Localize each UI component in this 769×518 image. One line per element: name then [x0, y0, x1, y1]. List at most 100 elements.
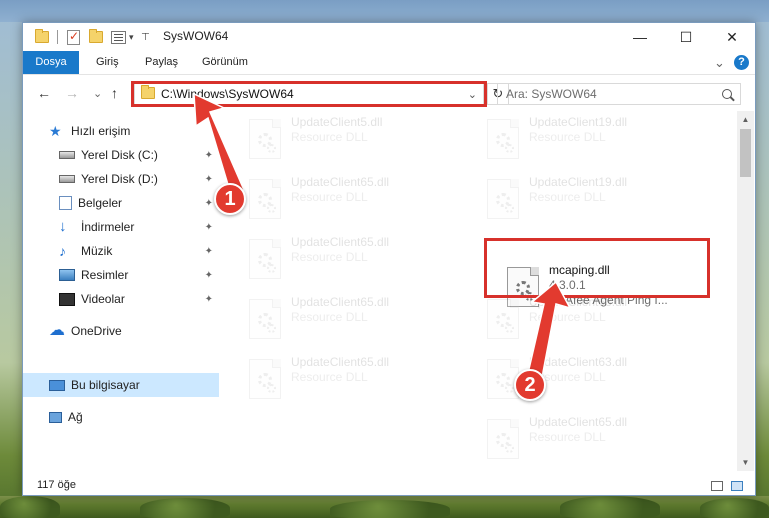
tab-share[interactable]: Paylaş: [136, 51, 187, 74]
new-folder-icon[interactable]: [89, 29, 103, 45]
recent-locations-icon[interactable]: ⌄: [93, 87, 102, 100]
up-arrow-icon[interactable]: ↑: [111, 85, 118, 101]
sidebar-item-onedrive[interactable]: ☁ OneDrive: [23, 319, 219, 343]
tree-shape: [330, 500, 450, 518]
tab-file[interactable]: Dosya: [23, 51, 79, 74]
file-type: Resource DLL: [529, 310, 606, 324]
pin-icon[interactable]: ✦: [205, 270, 213, 281]
computer-icon: [49, 379, 65, 391]
documents-icon: [59, 196, 72, 210]
chevron-down-icon[interactable]: ▾: [129, 29, 134, 45]
folder-icon: [141, 84, 155, 102]
title-bar: ▾ ⊤ SysWOW64 — ☐ ✕: [23, 23, 755, 51]
details-view-icon[interactable]: [711, 481, 723, 491]
step-badge-1: 1: [214, 183, 246, 215]
pin-icon[interactable]: ✦: [205, 174, 213, 185]
download-icon: ↓: [59, 218, 67, 235]
forward-arrow-icon[interactable]: →: [65, 85, 79, 101]
sidebar-item-pictures[interactable]: Resimler ✦: [23, 263, 219, 287]
properties-check-icon[interactable]: [67, 29, 80, 45]
sidebar-item-label: Resimler: [81, 268, 129, 282]
sidebar-item-downloads[interactable]: ↓ İndirmeler ✦: [23, 215, 219, 239]
maximize-button[interactable]: ☐: [663, 23, 709, 51]
dll-file-icon: [487, 119, 519, 159]
sidebar-item-videos[interactable]: Videolar ✦: [23, 287, 219, 311]
file-item[interactable]: UpdateClient65.dll Resource DLL: [249, 175, 469, 223]
pin-icon[interactable]: ✦: [205, 222, 213, 233]
close-button[interactable]: ✕: [709, 23, 755, 51]
separator: [57, 29, 58, 45]
sidebar-item-label: Belgeler: [78, 196, 123, 210]
sidebar-item-label: İndirmeler: [81, 220, 135, 234]
search-placeholder: Ara: SysWOW64: [506, 87, 597, 101]
search-input[interactable]: Ara: SysWOW64: [497, 83, 741, 105]
file-name: UpdateClient65.dll: [291, 235, 390, 249]
vertical-scrollbar[interactable]: ▲ ▼: [737, 111, 754, 471]
tree-shape: [140, 498, 230, 518]
file-item[interactable]: UpdateClient5.dll Resource DLL: [249, 115, 469, 163]
dll-file-icon: [249, 119, 281, 159]
file-type: Resource DLL: [529, 190, 606, 204]
item-count: 117 öğe: [37, 479, 76, 491]
large-icons-view-icon[interactable]: [731, 481, 743, 491]
pin-icon[interactable]: ✦: [205, 294, 213, 305]
sidebar-item-music[interactable]: ♪ Müzik ✦: [23, 239, 219, 263]
file-item[interactable]: UpdateClient65.dll Resource DLL: [249, 235, 469, 283]
sidebar-item-label: OneDrive: [71, 324, 122, 338]
pin-icon[interactable]: ✦: [205, 246, 213, 257]
file-name: UpdateClient63.dll: [529, 355, 628, 369]
help-icon[interactable]: ?: [734, 55, 749, 70]
scroll-thumb[interactable]: [740, 129, 751, 177]
file-item[interactable]: UpdateClient63.dll Resource DLL: [487, 295, 707, 343]
dll-file-icon: [249, 239, 281, 279]
file-type: Resource DLL: [529, 430, 606, 444]
file-item[interactable]: UpdateClient65.dll Resource DLL: [249, 295, 469, 343]
sidebar-item-this-pc[interactable]: Bu bilgisayar: [23, 373, 219, 397]
navigation-bar: ← → ⌄ ↑ C:\Windows\SysWOW64 ⌄ ↻ Ara: Sys…: [23, 75, 755, 111]
sidebar-item-documents[interactable]: Belgeler ✦: [23, 191, 219, 215]
customize-quick-access-icon[interactable]: ⊤: [141, 29, 150, 45]
step-badge-2: 2: [514, 369, 546, 401]
file-name: UpdateClient65.dll: [291, 175, 390, 189]
file-type: Resource DLL: [291, 310, 368, 324]
network-icon: [49, 411, 62, 423]
ribbon-tabs: Dosya Giriş Paylaş Görünüm ⌄ ?: [23, 51, 755, 75]
pin-icon[interactable]: ✦: [205, 150, 213, 161]
minimize-button[interactable]: —: [617, 23, 663, 51]
file-name: UpdateClient65.dll: [291, 355, 390, 369]
videos-icon: [59, 292, 75, 306]
file-item[interactable]: UpdateClient19.dll Resource DLL: [487, 175, 707, 223]
file-item[interactable]: UpdateClient65.dll Resource DLL: [249, 355, 469, 403]
dll-file-icon: [249, 179, 281, 219]
file-item[interactable]: UpdateClient19.dll Resource DLL: [487, 115, 707, 163]
scroll-down-icon[interactable]: ▼: [737, 454, 754, 471]
pin-icon[interactable]: ✦: [205, 198, 213, 209]
address-dropdown-icon[interactable]: ⌄: [468, 88, 477, 101]
sidebar-item-label: Yerel Disk (D:): [81, 172, 158, 186]
tab-view[interactable]: Görünüm: [193, 51, 257, 74]
tab-home[interactable]: Giriş: [87, 51, 128, 74]
search-icon[interactable]: [722, 89, 732, 99]
sidebar-item-label: Bu bilgisayar: [71, 378, 140, 392]
properties-icon[interactable]: [111, 29, 126, 45]
file-item[interactable]: UpdateClient65.dll Resource DLL: [487, 415, 707, 463]
sidebar-item-local-disk-c[interactable]: Yerel Disk (C:) ✦: [23, 143, 219, 167]
scroll-up-icon[interactable]: ▲: [737, 111, 754, 128]
address-path[interactable]: C:\Windows\SysWOW64: [161, 87, 294, 101]
drive-icon: [59, 151, 75, 159]
sidebar-item-network[interactable]: Ağ: [23, 405, 219, 429]
file-type: Resource DLL: [291, 370, 368, 384]
file-name: UpdateClient19.dll: [529, 115, 628, 129]
back-arrow-icon[interactable]: ←: [37, 85, 51, 101]
pictures-icon: [59, 269, 75, 281]
cloud-icon: ☁: [49, 322, 65, 339]
address-bar[interactable]: C:\Windows\SysWOW64 ⌄: [134, 83, 484, 105]
dll-file-icon: [487, 299, 519, 339]
expand-ribbon-icon[interactable]: ⌄: [705, 51, 734, 74]
music-icon: ♪: [59, 243, 66, 259]
sidebar-item-quick-access[interactable]: ★ Hızlı erişim: [23, 119, 219, 143]
status-bar: 117 öğe: [23, 475, 755, 495]
file-name: UpdateClient19.dll: [529, 175, 628, 189]
sidebar-item-label: Müzik: [81, 244, 113, 258]
sidebar-item-local-disk-d[interactable]: Yerel Disk (D:) ✦: [23, 167, 219, 191]
